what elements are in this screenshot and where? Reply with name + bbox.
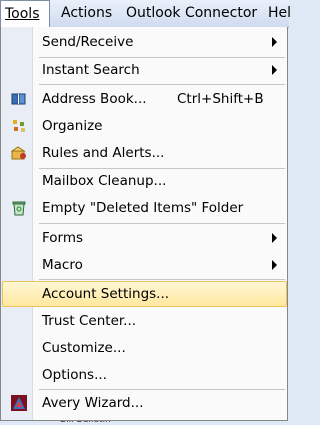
organize-icon (13, 120, 25, 132)
recycle-bin-icon (12, 201, 26, 216)
menu-item-label: Mailbox Cleanup... (42, 173, 167, 189)
menu-item-label: Instant Search (42, 62, 140, 78)
submenu-arrow-icon (272, 65, 277, 75)
submenu-arrow-icon (272, 233, 277, 243)
shortcut-label: Ctrl+Shift+B (177, 91, 264, 107)
menu-tools-label: Tools (5, 6, 40, 22)
tools-dropdown-menu: Send/Receive Instant Search Address Book… (0, 27, 288, 421)
menu-item-label: Macro (42, 257, 83, 273)
menu-separator (39, 223, 285, 224)
menu-item-label: Trust Center... (42, 313, 137, 329)
menu-item-label: Customize... (42, 340, 126, 356)
menu-tools[interactable]: Tools (0, 0, 50, 27)
submenu-arrow-icon (272, 260, 277, 270)
menu-outlook-connector-label: Outlook Connector (126, 5, 258, 21)
menu-item-avery-wizard[interactable]: Avery Wizard... (2, 390, 287, 416)
menu-help-label: Hel (268, 5, 292, 21)
menu-item-address-book[interactable]: Address Book... Ctrl+Shift+B (2, 86, 287, 112)
menu-item-instant-search[interactable]: Instant Search (2, 57, 287, 83)
menu-outlook-connector[interactable]: Outlook Connector (126, 0, 257, 27)
menu-item-organize[interactable]: Organize (2, 113, 287, 139)
menu-item-label: Address Book... (42, 91, 147, 107)
menu-item-label: Send/Receive (42, 34, 134, 50)
menu-item-account-settings[interactable]: Account Settings... (2, 281, 287, 307)
avery-icon (11, 395, 27, 411)
menu-bar: Tools Actions Outlook Connector Hel (0, 0, 291, 28)
menu-help[interactable]: Hel (268, 0, 291, 27)
menu-actions-label: Actions (61, 5, 113, 21)
menu-item-label: Avery Wizard... (42, 395, 144, 411)
menu-item-customize[interactable]: Customize... (2, 335, 287, 361)
menu-item-label: Rules and Alerts... (42, 145, 165, 161)
menu-item-label: Account Settings... (42, 286, 170, 302)
menu-item-options[interactable]: Options... (2, 362, 287, 388)
submenu-arrow-icon (272, 37, 277, 47)
menu-item-label: Forms (42, 230, 84, 246)
menu-item-label: Options... (42, 367, 107, 383)
menu-item-mailbox-cleanup[interactable]: Mailbox Cleanup... (2, 168, 287, 194)
menu-separator (39, 84, 285, 85)
address-book-icon (11, 93, 26, 105)
menu-item-macro[interactable]: Macro (2, 252, 287, 278)
menu-item-label: Organize (42, 118, 103, 134)
menu-item-rules-alerts[interactable]: Rules and Alerts... (2, 140, 287, 166)
menu-item-forms[interactable]: Forms (2, 225, 287, 251)
rules-alerts-icon (11, 146, 26, 160)
menu-item-empty-deleted[interactable]: Empty "Deleted Items" Folder (2, 195, 287, 221)
menu-item-send-receive[interactable]: Send/Receive (2, 29, 287, 55)
menu-actions[interactable]: Actions (61, 0, 112, 27)
menu-item-trust-center[interactable]: Trust Center... (2, 308, 287, 334)
menu-item-label: Empty "Deleted Items" Folder (42, 200, 244, 216)
menu-separator (39, 279, 285, 280)
